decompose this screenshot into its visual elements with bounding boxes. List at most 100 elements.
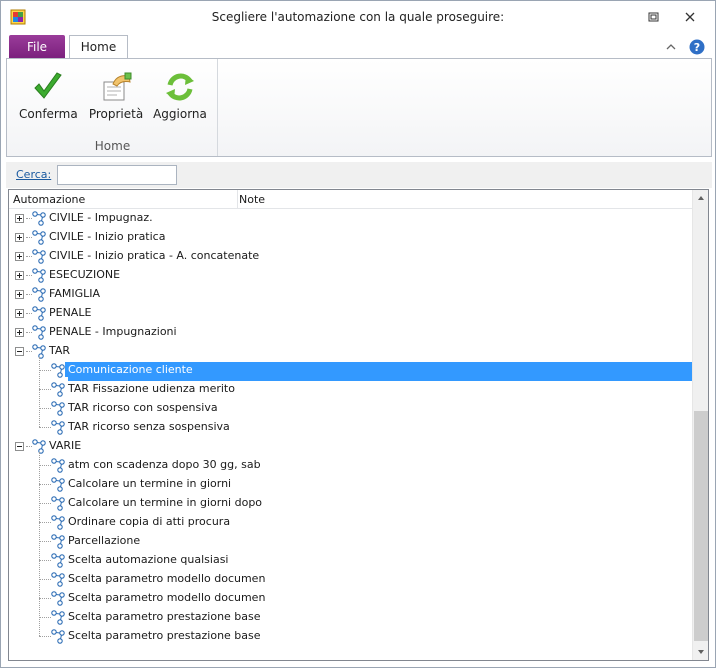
scroll-down-button[interactable] — [693, 643, 708, 660]
tree-group-row[interactable]: CIVILE - Impugnaz. — [9, 209, 692, 228]
tree-item-row[interactable]: Parcellazione — [9, 532, 692, 551]
scroll-down-icon — [698, 650, 704, 654]
automation-node-icon — [50, 477, 66, 492]
properties-label: Proprietà — [88, 107, 144, 121]
confirm-label: Conferma — [19, 107, 78, 121]
tree-item-row[interactable]: Ordinare copia di atti procura — [9, 513, 692, 532]
expand-icon[interactable] — [15, 214, 24, 223]
collapse-icon[interactable] — [15, 347, 24, 356]
tree-connector — [39, 357, 40, 427]
tree-group-row[interactable]: CIVILE - Inizio pratica — [9, 228, 692, 247]
properties-button[interactable]: Proprietà — [87, 67, 145, 127]
automation-node-icon — [50, 382, 66, 397]
automation-node-icon — [50, 610, 66, 625]
expand-icon[interactable] — [15, 309, 24, 318]
dialog-window: Scegliere l'automazione con la quale pro… — [0, 0, 716, 668]
column-divider[interactable] — [237, 190, 238, 209]
ribbon-group-label: Home — [94, 139, 131, 153]
scroll-thumb[interactable] — [694, 411, 708, 641]
tree-group-row[interactable]: ESECUZIONE — [9, 266, 692, 285]
automation-tree-list[interactable]: Automazione Note CIVILE - Impugnaz. CIVIL… — [8, 189, 709, 661]
search-label: Cerca: — [16, 168, 52, 181]
tree-item-row[interactable]: TAR ricorso con sospensiva — [9, 399, 692, 418]
automation-node-icon — [31, 325, 47, 340]
tree-group-row[interactable]: PENALE — [9, 304, 692, 323]
refresh-icon — [166, 73, 194, 101]
tree-group-label: ESECUZIONE — [49, 268, 121, 281]
automation-node-icon — [50, 420, 66, 435]
tab-home[interactable]: Home — [69, 35, 128, 60]
automation-node-icon — [50, 534, 66, 549]
close-icon — [685, 12, 695, 22]
tree-item-row[interactable]: Calcolare un termine in giorni dopo — [9, 494, 692, 513]
list-header: Automazione Note — [9, 190, 692, 209]
expand-icon[interactable] — [15, 271, 24, 280]
automation-node-icon — [31, 211, 47, 226]
column-header-note[interactable]: Note — [239, 193, 265, 206]
tree-item-label: Scelta automazione qualsiasi — [68, 553, 229, 566]
tree-item-row[interactable]: Comunicazione cliente — [9, 361, 692, 380]
confirm-button[interactable]: Conferma — [19, 67, 78, 127]
collapse-icon[interactable] — [15, 442, 24, 451]
tree-group-row[interactable]: PENALE - Impugnazioni — [9, 323, 692, 342]
automation-node-icon — [50, 363, 66, 378]
window-title: Scegliere l'automazione con la quale pro… — [211, 10, 505, 24]
tree-group-label: CIVILE - Impugnaz. — [49, 211, 153, 224]
help-icon[interactable]: ? — [689, 39, 705, 55]
tree-item-label: TAR ricorso senza sospensiva — [68, 420, 230, 433]
ribbon-group-home: Conferma Proprietà Aggiorna Home — [7, 59, 218, 156]
expand-icon[interactable] — [15, 233, 24, 242]
restore-button[interactable] — [641, 7, 667, 27]
tree-item-label: TAR Fissazione udienza merito — [68, 382, 235, 395]
tab-file[interactable]: File — [9, 35, 65, 59]
vertical-scrollbar[interactable] — [692, 190, 708, 660]
search-bar: Cerca: — [6, 162, 712, 188]
automation-node-icon — [50, 458, 66, 473]
column-header-automation[interactable]: Automazione — [13, 193, 85, 206]
expand-icon[interactable] — [15, 290, 24, 299]
tree-group-row[interactable]: TAR — [9, 342, 692, 361]
title-bar: Scegliere l'automazione con la quale pro… — [1, 1, 715, 34]
tree-item-row[interactable]: TAR Fissazione udienza merito — [9, 380, 692, 399]
refresh-label: Aggiorna — [153, 107, 207, 121]
tree-group-label: VARIE — [49, 439, 82, 452]
tree-group-row[interactable]: CIVILE - Inizio pratica - A. concatenate — [9, 247, 692, 266]
tree-item-label: Scelta parametro prestazione base — [68, 610, 261, 623]
properties-icon — [103, 72, 132, 101]
checkmark-icon — [34, 72, 62, 99]
automation-node-icon — [31, 230, 47, 245]
scroll-up-button[interactable] — [693, 190, 708, 207]
tree-connector — [39, 452, 40, 636]
refresh-button[interactable]: Aggiorna — [151, 67, 209, 127]
expand-icon[interactable] — [15, 252, 24, 261]
tree-item-row[interactable]: Scelta parametro prestazione base — [9, 608, 692, 627]
automation-node-icon — [50, 572, 66, 587]
collapse-ribbon-icon[interactable] — [665, 41, 677, 53]
tree-item-row[interactable]: Scelta parametro modello documen — [9, 589, 692, 608]
tree-group-label: PENALE — [49, 306, 92, 319]
ribbon-tabstrip: File Home ? — [1, 34, 715, 60]
tree-item-label: Calcolare un termine in giorni dopo — [68, 496, 263, 509]
tree-item-row[interactable]: Scelta parametro modello documen — [9, 570, 692, 589]
automation-node-icon — [50, 553, 66, 568]
tree-group-row[interactable]: FAMIGLIA — [9, 285, 692, 304]
tree-item-row[interactable]: Scelta parametro prestazione base — [9, 627, 692, 646]
tree-item-label: Scelta parametro prestazione base — [68, 629, 261, 642]
tree-group-label: CIVILE - Inizio pratica — [49, 230, 166, 243]
tree-item-label: Calcolare un termine in giorni — [68, 477, 232, 490]
tree-group-row[interactable]: VARIE — [9, 437, 692, 456]
expand-icon[interactable] — [15, 328, 24, 337]
automation-node-icon — [50, 515, 66, 530]
tree-item-row[interactable]: TAR ricorso senza sospensiva — [9, 418, 692, 437]
tree-item-label: Parcellazione — [68, 534, 141, 547]
automation-node-icon — [31, 287, 47, 302]
restore-icon — [648, 12, 659, 22]
tree-item-row[interactable]: Calcolare un termine in giorni — [9, 475, 692, 494]
tree-item-label: Comunicazione cliente — [65, 362, 196, 377]
tree-item-row[interactable]: atm con scadenza dopo 30 gg, sab — [9, 456, 692, 475]
tree-item-label: Ordinare copia di atti procura — [68, 515, 231, 528]
search-input[interactable] — [57, 165, 177, 185]
tree-group-label: TAR — [49, 344, 71, 357]
tree-item-row[interactable]: Scelta automazione qualsiasi — [9, 551, 692, 570]
close-button[interactable] — [677, 7, 703, 27]
